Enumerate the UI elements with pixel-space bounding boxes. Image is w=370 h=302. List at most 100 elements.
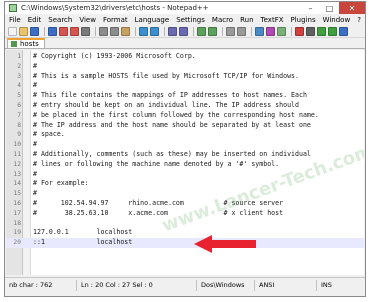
copy-icon[interactable]	[110, 26, 119, 36]
menu-item-macro[interactable]: Macro	[212, 16, 233, 24]
line-text: ::1 localhost	[33, 238, 133, 247]
toolbar	[5, 25, 365, 38]
redo-icon[interactable]	[150, 26, 159, 36]
code-line[interactable]: 1 # Copyright (c) 1993-2006 Microsoft Cor…	[6, 52, 364, 62]
word-wrap-icon[interactable]	[255, 26, 264, 36]
line-text: # Additionally, comments (such as these)…	[33, 149, 311, 158]
zoom-out-icon[interactable]	[208, 26, 217, 36]
saved-file-icon	[11, 41, 17, 47]
code-line[interactable]: 13 #	[6, 170, 364, 180]
line-number: 9	[17, 131, 21, 139]
line-text: # This is a sample HOSTS file used by Mi…	[33, 71, 299, 80]
line-number: 18	[13, 219, 21, 227]
toolbar-separator	[222, 26, 223, 36]
line-text: # Copyright (c) 1993-2006 Microsoft Corp…	[33, 52, 196, 60]
line-number: 6	[17, 101, 21, 109]
save-all-icon[interactable]	[48, 26, 57, 36]
code-line[interactable]: 9 # space.	[6, 130, 364, 140]
line-number: 1	[17, 53, 21, 60]
red-arrow-icon	[194, 235, 256, 253]
code-line[interactable]: 7 # be placed in the first column followe…	[6, 111, 364, 121]
code-line[interactable]: 15 #	[6, 189, 364, 199]
find-icon[interactable]	[168, 26, 177, 36]
menu-item-file[interactable]: File	[9, 16, 21, 24]
play-macro-icon[interactable]	[317, 26, 326, 36]
run-macro-multiple-icon[interactable]	[328, 26, 337, 36]
code-line[interactable]: 12 # lines or following the machine name …	[6, 160, 364, 170]
record-macro-icon[interactable]	[295, 26, 304, 36]
toolbar-separator	[95, 26, 96, 36]
line-number: 16	[13, 199, 21, 207]
menu-item-run[interactable]: Run	[240, 16, 253, 24]
zoom-in-icon[interactable]	[197, 26, 206, 36]
menu-item-language[interactable]: Language	[135, 16, 170, 24]
menu-item-textfx[interactable]: TextFX	[261, 16, 284, 24]
tab-hosts[interactable]: hosts	[7, 38, 45, 48]
menu-item-plugins[interactable]: Plugins	[291, 16, 316, 24]
paste-icon[interactable]	[121, 26, 130, 36]
save-icon[interactable]	[30, 26, 39, 36]
menu-item-settings[interactable]: Settings	[176, 16, 205, 24]
code-line[interactable]: 3 # This is a sample HOSTS file used by M…	[6, 72, 364, 82]
line-number: 2	[17, 62, 21, 70]
tab-label: hosts	[20, 40, 39, 48]
title-bar[interactable]: C:\Windows\System32\drivers\etc\hosts - …	[5, 2, 365, 14]
notepad-plus-plus-window: C:\Windows\System32\drivers\etc\hosts - …	[4, 1, 366, 297]
maximize-button[interactable]: □	[320, 2, 339, 14]
line-number: 8	[17, 121, 21, 129]
menu-item-edit[interactable]: Edit	[28, 16, 42, 24]
close-all-icon[interactable]	[70, 26, 79, 36]
code-line[interactable]: 19 127.0.0.1 localhost	[6, 228, 364, 238]
sync-scroll-v-icon[interactable]	[226, 26, 235, 36]
line-text: # For example:	[33, 179, 89, 188]
line-number: 12	[13, 160, 21, 168]
code-line[interactable]: 20::1 localhost	[6, 238, 364, 248]
menu-item-format[interactable]: Format	[103, 16, 128, 24]
menu-bar: File Edit Search View Format Language Settings…	[5, 14, 365, 25]
stop-macro-icon[interactable]	[306, 26, 315, 36]
cut-icon[interactable]	[99, 26, 108, 36]
menu-item-help[interactable]: ?	[357, 16, 361, 24]
line-number: 7	[17, 111, 21, 119]
code-line[interactable]: 11 # Additionally, comments (such as thes…	[6, 150, 364, 160]
code-line[interactable]: 18	[6, 219, 364, 229]
line-number: 19	[13, 229, 21, 237]
menu-item-search[interactable]: Search	[48, 16, 72, 24]
code-line[interactable]: 6 # entry should be kept on an individual…	[6, 101, 364, 111]
new-file-icon[interactable]	[8, 26, 17, 36]
undo-icon[interactable]	[139, 26, 148, 36]
text-editor[interactable]: 1 # Copyright (c) 1993-2006 Microsoft Cor…	[6, 50, 364, 275]
save-macro-icon[interactable]	[339, 26, 348, 36]
line-number: 11	[13, 150, 21, 158]
toolbar-separator	[44, 26, 45, 36]
code-line[interactable]: 10 #	[6, 140, 364, 150]
indent-guide-icon[interactable]	[277, 26, 286, 36]
code-line[interactable]: 16 # 102.54.94.97 rhino.acme.com # source…	[6, 199, 364, 209]
line-text: # space.	[33, 130, 65, 139]
line-number: 20	[13, 239, 21, 247]
toolbar-separator	[135, 26, 136, 36]
code-line[interactable]: 8 # The IP address and the host name shou…	[6, 121, 364, 131]
minimize-button[interactable]: –	[301, 2, 320, 14]
status-char-count: nb char : 762	[5, 279, 77, 291]
line-text: 127.0.0.1 localhost	[33, 228, 133, 237]
print-icon[interactable]	[81, 26, 90, 36]
open-file-icon[interactable]	[19, 26, 28, 36]
code-line[interactable]: 4 #	[6, 81, 364, 91]
close-window-button[interactable]: ✕	[339, 2, 365, 14]
tab-bar: hosts	[5, 38, 365, 49]
sync-scroll-h-icon[interactable]	[237, 26, 246, 36]
close-icon[interactable]	[59, 26, 68, 36]
code-line[interactable]: 17 # 38.25.63.10 x.acme.com # x client ho…	[6, 209, 364, 219]
replace-icon[interactable]	[179, 26, 188, 36]
show-all-chars-icon[interactable]	[266, 26, 275, 36]
notepad-plus-plus-app-icon	[9, 4, 17, 12]
menu-item-window[interactable]: Window	[323, 16, 351, 24]
line-text: #	[33, 81, 37, 90]
line-text: #	[33, 169, 37, 178]
code-line[interactable]: 5 # This file contains the mappings of IP…	[6, 91, 364, 101]
code-line[interactable]: 2 #	[6, 62, 364, 72]
code-line[interactable]: 14 # For example:	[6, 179, 364, 189]
menu-item-view[interactable]: View	[79, 16, 96, 24]
line-text: # This file contains the mappings of IP …	[33, 91, 307, 100]
